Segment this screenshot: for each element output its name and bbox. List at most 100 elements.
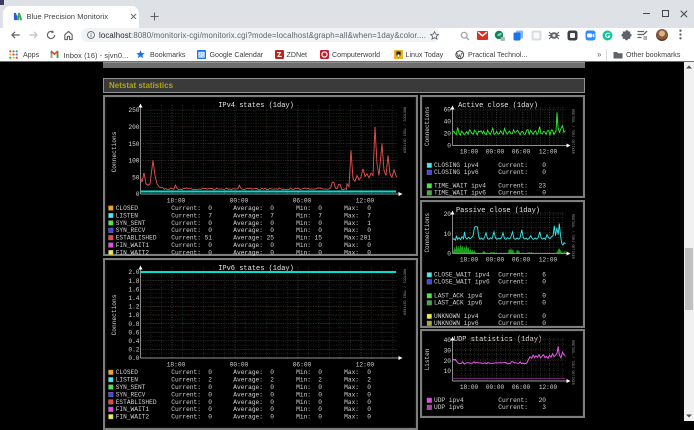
svg-text:7: 7 <box>270 212 274 219</box>
svg-text:0: 0 <box>208 205 212 212</box>
svg-text:0: 0 <box>270 249 274 256</box>
svg-text:Connections: Connections <box>111 294 118 335</box>
svg-text:RRDTOOL / TOBI OETIKER: RRDTOOL / TOBI OETIKER <box>402 107 407 154</box>
svg-text:0: 0 <box>270 242 274 249</box>
svg-text:Average:: Average: <box>233 399 263 406</box>
svg-text:Average:: Average: <box>233 377 263 384</box>
svg-text:0: 0 <box>318 249 322 256</box>
svg-text:Listen: Listen <box>424 348 431 370</box>
svg-text:0: 0 <box>270 369 274 376</box>
svg-text:Min:: Min: <box>296 406 311 413</box>
svg-text:Current:: Current: <box>498 162 528 169</box>
svg-text:UNKNOWN ipv4: UNKNOWN ipv4 <box>434 313 479 320</box>
svg-text:Current:: Current: <box>171 227 201 234</box>
svg-text:201: 201 <box>360 235 371 242</box>
svg-text:Current:: Current: <box>498 169 528 176</box>
svg-text:00:00: 00:00 <box>486 384 505 391</box>
svg-text:Max:: Max: <box>344 369 359 376</box>
svg-text:Min:: Min: <box>296 235 311 242</box>
svg-text:0: 0 <box>367 205 371 212</box>
svg-text:Max:: Max: <box>344 235 359 242</box>
svg-text:0: 0 <box>208 399 212 406</box>
svg-text:CLOSE_WAIT ipv6: CLOSE_WAIT ipv6 <box>434 278 490 285</box>
svg-text:0: 0 <box>542 169 546 176</box>
svg-text:18:00: 18:00 <box>460 256 479 263</box>
svg-text:18:00: 18:00 <box>167 198 186 205</box>
svg-text:RRDTOOL / TOBI OETIKER: RRDTOOL / TOBI OETIKER <box>402 269 407 316</box>
svg-text:Connections: Connections <box>424 212 431 252</box>
svg-text:Max:: Max: <box>344 212 359 219</box>
svg-text:06:00: 06:00 <box>512 384 531 391</box>
svg-text:0: 0 <box>542 299 546 306</box>
svg-text:06:00: 06:00 <box>293 362 312 369</box>
svg-text:Min:: Min: <box>296 212 311 219</box>
svg-text:Average:: Average: <box>233 369 263 376</box>
svg-text:2: 2 <box>208 377 212 384</box>
svg-text:Current:: Current: <box>171 399 201 406</box>
svg-text:1.6: 1.6 <box>128 286 139 293</box>
svg-text:51: 51 <box>205 235 213 242</box>
svg-text:0: 0 <box>542 313 546 320</box>
svg-text:06:00: 06:00 <box>512 149 531 156</box>
svg-text:CLOSED: CLOSED <box>116 369 139 376</box>
svg-text:0: 0 <box>367 249 371 256</box>
svg-text:0.8: 0.8 <box>128 321 139 328</box>
svg-text:TIME_WAIT ipv6: TIME_WAIT ipv6 <box>434 190 486 197</box>
svg-text:Current:: Current: <box>171 414 201 421</box>
svg-text:250: 250 <box>128 107 139 114</box>
svg-text:12:00: 12:00 <box>539 256 558 263</box>
svg-text:1.4: 1.4 <box>128 295 139 302</box>
svg-text:0: 0 <box>318 384 322 391</box>
svg-text:CLOSING ipv6: CLOSING ipv6 <box>434 169 479 176</box>
svg-text:00:00: 00:00 <box>230 198 249 205</box>
svg-text:UDP ipv4: UDP ipv4 <box>434 397 464 404</box>
svg-text:0: 0 <box>270 384 274 391</box>
svg-text:Current:: Current: <box>171 391 201 398</box>
svg-text:0: 0 <box>367 399 371 406</box>
svg-text:00:00: 00:00 <box>230 362 249 369</box>
svg-text:2.0: 2.0 <box>128 269 139 276</box>
svg-text:60: 60 <box>444 107 452 114</box>
svg-text:0: 0 <box>208 384 212 391</box>
svg-text:0: 0 <box>447 143 451 150</box>
svg-text:Average:: Average: <box>233 242 263 249</box>
svg-text:10: 10 <box>444 368 452 375</box>
svg-text:00:00: 00:00 <box>486 256 505 263</box>
svg-text:100: 100 <box>128 158 139 165</box>
svg-text:12:00: 12:00 <box>356 362 375 369</box>
svg-text:CLOSING ipv4: CLOSING ipv4 <box>434 162 479 169</box>
svg-text:1.0: 1.0 <box>128 312 139 319</box>
svg-text:20: 20 <box>444 358 452 365</box>
svg-text:1.8: 1.8 <box>128 278 139 285</box>
svg-text:LAST_ACK ipv4: LAST_ACK ipv4 <box>434 292 483 299</box>
svg-text:0: 0 <box>367 406 371 413</box>
svg-text:0: 0 <box>367 384 371 391</box>
svg-text:Current:: Current: <box>171 242 201 249</box>
svg-text:FIN_WAIT1: FIN_WAIT1 <box>116 406 150 413</box>
svg-text:Current:: Current: <box>171 249 201 256</box>
svg-text:Average:: Average: <box>233 220 263 227</box>
svg-text:SYN_SENT: SYN_SENT <box>116 384 146 391</box>
svg-text:150: 150 <box>128 141 139 148</box>
svg-text:0: 0 <box>318 414 322 421</box>
svg-text:0: 0 <box>367 369 371 376</box>
svg-text:2: 2 <box>270 377 274 384</box>
svg-text:0: 0 <box>270 220 274 227</box>
svg-text:FIN_WAIT2: FIN_WAIT2 <box>116 249 150 256</box>
svg-text:Min:: Min: <box>296 249 311 256</box>
svg-text:Current:: Current: <box>171 377 201 384</box>
svg-text:0: 0 <box>318 406 322 413</box>
svg-text:0: 0 <box>318 220 322 227</box>
svg-text:3: 3 <box>542 404 546 411</box>
svg-text:0: 0 <box>270 399 274 406</box>
svg-text:Min:: Min: <box>296 227 311 234</box>
svg-text:0.0: 0.0 <box>128 355 139 362</box>
svg-text:Current:: Current: <box>498 183 528 190</box>
svg-text:0: 0 <box>367 242 371 249</box>
svg-text:0: 0 <box>208 227 212 234</box>
svg-text:0: 0 <box>208 249 212 256</box>
svg-text:Current:: Current: <box>171 220 201 227</box>
svg-text:LAST_ACK ipv6: LAST_ACK ipv6 <box>434 299 483 306</box>
svg-text:0: 0 <box>208 369 212 376</box>
svg-text:Current:: Current: <box>498 292 528 299</box>
